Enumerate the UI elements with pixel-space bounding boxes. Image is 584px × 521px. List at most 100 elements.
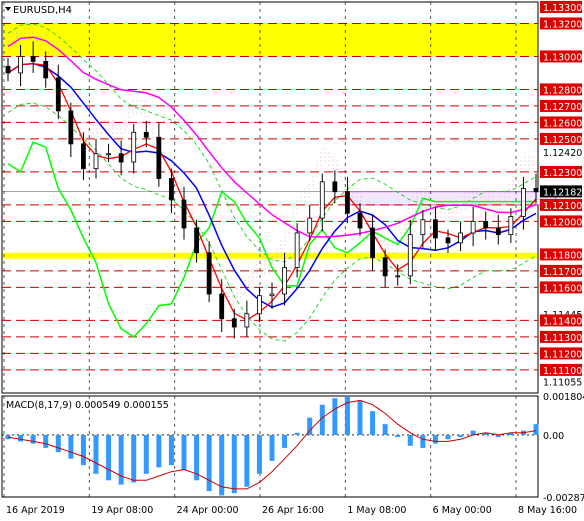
candle-body	[5, 65, 11, 74]
price-label: 1.12500	[543, 135, 582, 146]
candle-body	[332, 181, 338, 193]
candle-body	[395, 275, 401, 278]
candle-body	[169, 178, 174, 201]
time-label: 8 May 16:00	[518, 505, 577, 516]
price-label: 1.11055	[543, 377, 582, 388]
candle-body	[533, 188, 539, 193]
price-label: 1.11300	[543, 333, 582, 344]
time-label: 16 Apr 2019	[6, 505, 65, 516]
candle-body	[194, 227, 199, 254]
candle-body	[495, 227, 501, 236]
macd-bar	[332, 398, 338, 435]
macd-bar	[282, 434, 288, 448]
candle-body	[219, 293, 225, 320]
macd-bar	[55, 434, 61, 453]
candle-body	[18, 56, 23, 74]
candle-body	[420, 219, 426, 236]
candle-body	[244, 313, 250, 328]
current-price-label: 1.12182	[543, 187, 582, 198]
candle-body	[68, 110, 74, 145]
macd-bar	[118, 434, 124, 485]
candle-body	[55, 77, 61, 112]
candle-body	[470, 221, 476, 234]
price-label: 1.11100	[543, 366, 582, 377]
macd-bar	[30, 434, 36, 444]
time-label: 6 May 00:00	[433, 505, 492, 516]
macd-bar	[93, 434, 99, 474]
macd-bar	[445, 434, 451, 440]
macd-bar	[143, 434, 149, 474]
candle-body	[521, 188, 526, 217]
macd-bar	[206, 434, 212, 492]
macd-bar	[256, 434, 262, 474]
macd-bar	[80, 434, 86, 466]
price-label: 1.12420	[543, 148, 582, 159]
price-label: 1.11400	[543, 316, 582, 327]
price-label: 1.12100	[543, 201, 582, 212]
macd-title: MACD(8,17,9) 0.000549 0.000155	[6, 400, 169, 411]
price-label: 1.12000	[543, 217, 582, 228]
candle-body	[269, 293, 275, 297]
candle-body	[345, 191, 350, 214]
candle-body	[206, 252, 212, 295]
macd-bar	[244, 434, 250, 487]
macd-bar	[106, 434, 112, 481]
time-label: 24 Apr 00:00	[177, 505, 239, 516]
candle-body	[81, 143, 86, 170]
price-label: 1.13300	[543, 3, 582, 14]
macd-bar	[370, 411, 376, 435]
candle-body	[433, 219, 438, 239]
macd-bar	[407, 434, 413, 446]
macd-axis-label: 0.001804	[543, 392, 584, 403]
macd-axis-label: -0.002874	[543, 493, 584, 504]
candle-body	[43, 60, 49, 79]
candle-body	[458, 232, 463, 244]
chart-svg: 0.001804 0.00 -0.002874 1.13300 1.13200 1.13…	[1, 0, 584, 516]
chart-window: 0.001804 0.00 -0.002874 1.13300 1.13200 1.13…	[0, 0, 584, 521]
macd-bar	[294, 432, 300, 435]
time-axis: 16 Apr 2019 19 Apr 08:00 24 Apr 00:00 26 Ap…	[6, 505, 577, 516]
macd-bar	[68, 434, 74, 459]
macd-bar	[18, 434, 24, 442]
macd-bar	[43, 434, 49, 448]
chart-background	[1, 1, 539, 498]
candle-body	[106, 153, 111, 156]
candle-body	[307, 217, 313, 234]
candle-body	[282, 267, 287, 295]
candle-body	[257, 295, 262, 315]
macd-bar	[269, 434, 275, 461]
price-label: 1.11200	[543, 349, 582, 360]
candle-body	[131, 131, 137, 163]
candle-body	[30, 56, 36, 62]
candle-body	[445, 237, 451, 244]
candle-body	[231, 318, 237, 328]
candle-body	[357, 212, 363, 229]
candle-body	[382, 257, 388, 277]
macd-bar	[181, 434, 187, 470]
price-label: 1.12800	[543, 85, 582, 96]
price-label: 1.13200	[543, 19, 582, 30]
macd-bar	[395, 434, 401, 438]
candle-body	[118, 153, 124, 163]
candle-body	[370, 227, 375, 259]
yellow-zone	[3, 23, 537, 57]
macd-axis-label: 0.00	[543, 431, 564, 442]
macd-bar	[156, 434, 162, 468]
time-label: 19 Apr 08:00	[91, 505, 153, 516]
macd-bar	[357, 400, 363, 435]
candle-body	[93, 153, 99, 170]
macd-bar	[533, 424, 539, 435]
macd-bar	[131, 434, 137, 483]
macd-bar	[420, 434, 426, 448]
candle-body	[407, 234, 413, 277]
macd-bar	[432, 434, 438, 444]
candle-body	[294, 232, 300, 269]
price-label: 1.12600	[543, 118, 582, 129]
price-label: 1.13000	[543, 52, 582, 63]
candle-body	[156, 136, 162, 179]
macd-bar	[231, 434, 237, 494]
price-label: 1.12300	[543, 168, 582, 179]
price-axis: 1.13300 1.13200 1.13000 1.12800 1.12700 1.126…	[540, 0, 582, 388]
time-label: 26 Apr 16:00	[262, 505, 324, 516]
candle-body	[181, 199, 187, 229]
